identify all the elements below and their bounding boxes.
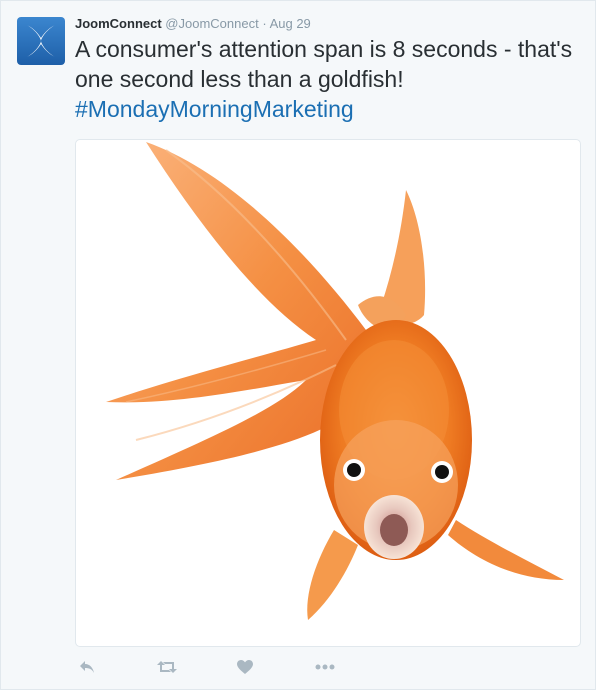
avatar[interactable] [17, 17, 65, 65]
tweet-actions [75, 657, 375, 677]
tweet-media[interactable] [75, 139, 581, 647]
hashtag-link[interactable]: #MondayMorningMarketing [75, 96, 354, 122]
tweet-card: JoomConnect @JoomConnect · Aug 29 A cons… [0, 0, 596, 690]
separator: · [262, 16, 267, 31]
retweet-icon [157, 661, 177, 673]
retweet-button[interactable] [155, 657, 179, 677]
goldfish-photo [106, 142, 564, 620]
reply-button[interactable] [75, 657, 99, 677]
more-button[interactable] [313, 657, 337, 677]
tweet-body: A consumer's attention span is 8 seconds… [75, 36, 573, 92]
like-icon [237, 660, 253, 674]
reply-icon [80, 661, 94, 673]
more-icon [315, 664, 335, 670]
joomconnect-logo-icon [17, 17, 65, 65]
author-handle[interactable]: @JoomConnect [165, 16, 258, 31]
author-name[interactable]: JoomConnect [75, 16, 162, 31]
like-button[interactable] [233, 657, 257, 677]
tweet-header: JoomConnect @JoomConnect · Aug 29 [75, 15, 311, 32]
tweet-timestamp[interactable]: Aug 29 [270, 16, 311, 31]
tweet-text: A consumer's attention span is 8 seconds… [75, 34, 580, 124]
